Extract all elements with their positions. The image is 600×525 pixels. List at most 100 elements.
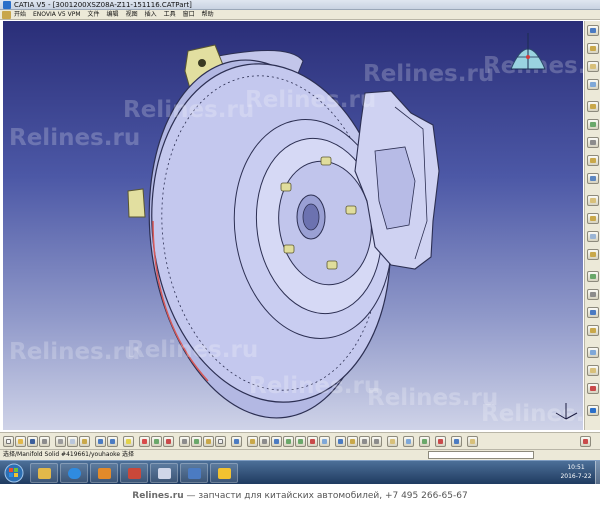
wheel-stud (326, 260, 338, 270)
material-button[interactable] (387, 436, 398, 447)
hide-show-button[interactable] (359, 436, 370, 447)
boolean-button[interactable] (587, 383, 599, 394)
catia-logo-small[interactable] (580, 436, 591, 447)
new-button[interactable] (3, 436, 14, 447)
status-bar: 选择/Manifold Solid #419661/youhaoke 选择 (0, 450, 600, 460)
menu-file[interactable]: 文件 (88, 10, 100, 20)
clock[interactable]: 10:51 2016-7-22 (558, 463, 594, 483)
taskbar-catia[interactable] (150, 463, 178, 483)
wheel-stud (320, 156, 332, 166)
shaft-button[interactable] (587, 101, 599, 112)
shell-button[interactable] (587, 249, 599, 260)
menu-items: 开始 ENOVIA V5 VPM 文件 编辑 视图 插入 工具 窗口 帮助 (14, 10, 214, 20)
menu-view[interactable]: 视图 (126, 10, 138, 20)
3d-viewport[interactable]: Relines.ru Relines.ru Relines.ru Relines… (3, 21, 583, 430)
chamfer-button[interactable] (587, 213, 599, 224)
redo-button[interactable] (107, 436, 118, 447)
swap-visible-button[interactable] (371, 436, 382, 447)
paste-button[interactable] (79, 436, 90, 447)
command-input[interactable] (428, 451, 534, 459)
pad-button[interactable] (587, 61, 599, 72)
taskbar-pinyin-ime[interactable] (210, 463, 238, 483)
update-button[interactable] (139, 436, 150, 447)
menu-bar: 开始 ENOVIA V5 VPM 文件 编辑 视图 插入 工具 窗口 帮助 (0, 10, 600, 20)
slot-button[interactable] (587, 173, 599, 184)
fillet-button[interactable] (587, 195, 599, 206)
site-footer: Relines.ru — запчасти для китайских авто… (0, 484, 600, 525)
menu-start[interactable]: 开始 (14, 10, 26, 20)
zoom-out-button[interactable] (295, 436, 306, 447)
analysis-button[interactable] (419, 436, 430, 447)
wheel-stud (283, 244, 295, 254)
part-body-button[interactable] (587, 43, 599, 54)
draft-button[interactable] (587, 231, 599, 242)
status-text: 选择/Manifold Solid #419661/youhaoke 选择 (3, 451, 135, 458)
menu-window[interactable]: 窗口 (183, 10, 195, 20)
fit-all-button[interactable] (247, 436, 258, 447)
right-toolbar (584, 21, 600, 430)
rib-button[interactable] (587, 155, 599, 166)
undo-button[interactable] (95, 436, 106, 447)
shading-button[interactable] (347, 436, 358, 447)
translate-button[interactable] (587, 307, 599, 318)
taskbar-internet-explorer[interactable] (60, 463, 88, 483)
catia-logo-icon[interactable] (2, 11, 11, 19)
sketch-analysis-button[interactable] (435, 436, 446, 447)
iso-view-button[interactable] (335, 436, 346, 447)
publication-button[interactable] (451, 436, 462, 447)
open-button[interactable] (15, 436, 26, 447)
hole-button[interactable] (587, 137, 599, 148)
properties-button[interactable] (403, 436, 414, 447)
taskbar-pinyin[interactable] (180, 463, 208, 483)
menu-edit[interactable]: 编辑 (107, 10, 119, 20)
pan-button[interactable] (259, 436, 270, 447)
taskbar-explorer[interactable] (30, 463, 58, 483)
copy-button[interactable] (67, 436, 78, 447)
thread-button[interactable] (587, 289, 599, 300)
taskbar-media-player[interactable] (90, 463, 118, 483)
bracket-bolt-hole (198, 59, 206, 67)
footer-site[interactable]: Relines.ru (132, 491, 183, 501)
measure-button[interactable] (151, 436, 162, 447)
grid-button[interactable] (179, 436, 190, 447)
sketch-button[interactable] (587, 25, 599, 36)
select-button[interactable] (215, 436, 226, 447)
bottom-toolbar (0, 432, 600, 450)
taskbar: 10:51 2016-7-22 (0, 460, 600, 485)
menu-help[interactable]: 帮助 (202, 10, 214, 20)
fly-mode-button[interactable] (231, 436, 242, 447)
menu-enovia[interactable]: ENOVIA V5 VPM (33, 10, 81, 20)
multi-view-button[interactable] (319, 436, 330, 447)
menu-insert[interactable]: 插入 (145, 10, 157, 20)
clock-date: 2016-7-22 (560, 473, 592, 480)
catia-window: CATIA V5 - [3001200XSZ08A-Z11-151116.CAT… (0, 0, 600, 525)
catia-app-icon (3, 1, 11, 9)
brake-assembly-model[interactable] (3, 21, 583, 430)
cut-button[interactable] (55, 436, 66, 447)
title-bar: CATIA V5 - [3001200XSZ08A-Z11-151116.CAT… (0, 0, 600, 10)
taskbar-presentation[interactable] (120, 463, 148, 483)
catalog-button[interactable] (203, 436, 214, 447)
menu-tools[interactable]: 工具 (164, 10, 176, 20)
catia-logo-button[interactable] (587, 405, 599, 416)
pocket-button[interactable] (587, 79, 599, 90)
mirror-button[interactable] (587, 325, 599, 336)
windows-start-icon[interactable] (3, 463, 25, 483)
groove-button[interactable] (587, 119, 599, 130)
normal-view-button[interactable] (307, 436, 318, 447)
scale-button[interactable] (587, 365, 599, 376)
knowledge-button[interactable] (467, 436, 478, 447)
window-title: CATIA V5 - [3001200XSZ08A-Z11-151116.CAT… (14, 1, 192, 9)
help-button[interactable] (123, 436, 134, 447)
show-desktop-button[interactable] (595, 461, 600, 485)
axis-system-button[interactable] (163, 436, 174, 447)
pattern-button[interactable] (587, 347, 599, 358)
zoom-in-button[interactable] (283, 436, 294, 447)
formula-button[interactable] (191, 436, 202, 447)
wheel-stud (280, 182, 292, 192)
rotate-button[interactable] (271, 436, 282, 447)
thickness-button[interactable] (587, 271, 599, 282)
save-button[interactable] (27, 436, 38, 447)
print-button[interactable] (39, 436, 50, 447)
compass-icon[interactable] (503, 29, 553, 79)
